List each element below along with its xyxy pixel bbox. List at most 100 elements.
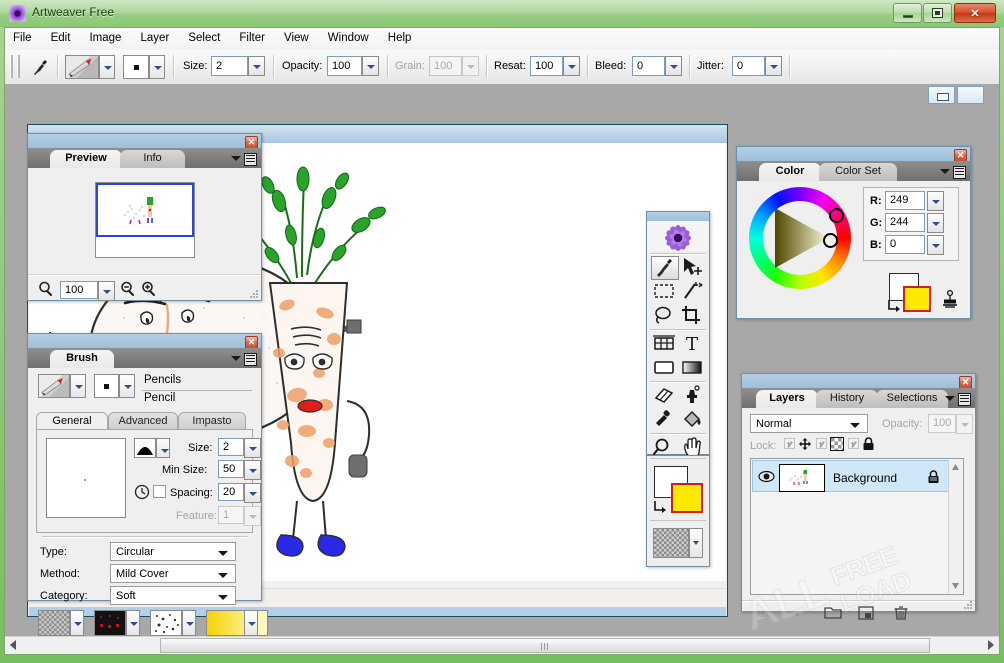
- tool-move[interactable]: [679, 256, 707, 280]
- brush-category-swatch[interactable]: [38, 374, 70, 398]
- menu-view[interactable]: View: [276, 28, 317, 48]
- spacing-checkbox[interactable]: [153, 485, 166, 498]
- preview-viewport-rect[interactable]: [96, 183, 194, 237]
- subtab-general[interactable]: General: [36, 412, 108, 429]
- saturation-marker[interactable]: [823, 233, 838, 248]
- lock-transparency-checkbox[interactable]: [784, 438, 795, 449]
- jitter-input[interactable]: 0: [732, 56, 765, 76]
- brush-spacing-spinner[interactable]: [244, 483, 261, 503]
- menu-select[interactable]: Select: [180, 28, 228, 48]
- menu-window[interactable]: Window: [320, 28, 377, 48]
- primary-color-swatch[interactable]: [671, 483, 703, 513]
- brush-type-select[interactable]: Circular: [110, 542, 236, 561]
- brush-panel-titlebar[interactable]: [28, 334, 261, 349]
- new-layer-icon[interactable]: [857, 605, 875, 621]
- brush-size-input[interactable]: 2: [218, 438, 244, 456]
- scroll-right-arrow[interactable]: [982, 637, 999, 653]
- magnifier-icon[interactable]: [38, 281, 54, 297]
- menu-layer[interactable]: Layer: [133, 28, 178, 48]
- menu-image[interactable]: Image: [81, 28, 129, 48]
- tool-paint-bucket[interactable]: [679, 408, 707, 432]
- tool-eraser[interactable]: [651, 384, 679, 408]
- brush-tip-swatch[interactable]: [123, 55, 149, 79]
- preview-resize-grip[interactable]: [250, 290, 259, 299]
- blue-input[interactable]: 0: [885, 235, 925, 254]
- tool-text[interactable]: T: [679, 332, 707, 356]
- brush-tip-dropdown[interactable]: [149, 55, 165, 79]
- menu-help[interactable]: Help: [380, 28, 420, 48]
- resat-spinner[interactable]: [563, 56, 580, 76]
- tool-eyedropper[interactable]: [651, 408, 679, 432]
- zoom-out-icon[interactable]: [120, 281, 136, 297]
- subtab-advanced[interactable]: Advanced: [108, 412, 178, 429]
- horizontal-scroll-thumb[interactable]: [160, 638, 930, 653]
- paintbrush-icon[interactable]: [29, 56, 51, 78]
- nozzle-swatch[interactable]: [150, 610, 182, 636]
- brush-preset-dropdown[interactable]: [99, 55, 115, 79]
- nozzle-dropdown[interactable]: [182, 610, 196, 636]
- maximize-button[interactable]: [923, 3, 952, 23]
- toolbar-grip[interactable]: [10, 55, 13, 78]
- paper-texture-dropdown[interactable]: [689, 528, 703, 558]
- paper-texture-swatch[interactable]: [653, 528, 689, 558]
- mdi-close-button[interactable]: [957, 86, 984, 104]
- brush-panel-menu[interactable]: [231, 352, 257, 365]
- green-input[interactable]: 244: [885, 213, 925, 232]
- tool-clone-stamp[interactable]: [679, 384, 707, 408]
- size-spinner[interactable]: [248, 56, 265, 76]
- lock-pixels-checkbox[interactable]: [816, 438, 827, 449]
- lock-all-checkbox[interactable]: [848, 438, 859, 449]
- brush-category-dropdown[interactable]: [70, 374, 86, 398]
- tab-history[interactable]: History: [816, 390, 878, 408]
- tool-magic-wand[interactable]: [679, 280, 707, 304]
- jitter-spinner[interactable]: [765, 56, 782, 76]
- close-button[interactable]: ✕: [954, 3, 996, 23]
- brush-spacing-input[interactable]: 20: [218, 483, 244, 501]
- color-panel-menu[interactable]: [940, 165, 966, 178]
- move-down-icon[interactable]: [788, 606, 806, 622]
- menu-edit[interactable]: Edit: [43, 28, 79, 48]
- menu-filter[interactable]: Filter: [231, 28, 273, 48]
- tab-brush[interactable]: Brush: [50, 350, 114, 368]
- blue-spinner[interactable]: [927, 235, 944, 255]
- primary-color-swatch[interactable]: [903, 286, 931, 312]
- brush-preset-swatch[interactable]: [65, 55, 99, 79]
- gradient-swatch[interactable]: [206, 610, 268, 636]
- preview-zoom-spinner[interactable]: [98, 281, 115, 301]
- paper-texture-dropdown[interactable]: [70, 610, 84, 636]
- scroll-down-arrow[interactable]: [950, 580, 961, 591]
- tab-layers[interactable]: Layers: [756, 390, 818, 408]
- red-spinner[interactable]: [927, 191, 944, 211]
- bleed-spinner[interactable]: [665, 56, 682, 76]
- brush-variant-dropdown[interactable]: [119, 374, 135, 398]
- eye-icon[interactable]: [758, 469, 775, 484]
- gradient-dropdown[interactable]: [244, 610, 258, 636]
- bleed-input[interactable]: 0: [632, 56, 665, 76]
- pattern-swatch[interactable]: [94, 610, 126, 636]
- scroll-up-arrow[interactable]: [950, 462, 961, 473]
- tool-perspective-grid[interactable]: [651, 332, 679, 356]
- zoom-in-icon[interactable]: [141, 281, 157, 297]
- opacity-input[interactable]: 100: [327, 56, 362, 76]
- move-up-icon[interactable]: [756, 606, 774, 622]
- dab-shape-swatch[interactable]: [134, 438, 156, 458]
- dab-shape-dropdown[interactable]: [156, 438, 170, 458]
- preview-zoom-input[interactable]: 100: [60, 281, 98, 299]
- size-input[interactable]: 2: [211, 56, 248, 76]
- paper-texture-swatch[interactable]: [38, 610, 70, 636]
- green-spinner[interactable]: [927, 213, 944, 233]
- blend-mode-select[interactable]: Normal: [750, 414, 868, 433]
- tool-paintbrush[interactable]: [651, 256, 679, 280]
- tab-color[interactable]: Color: [759, 163, 821, 181]
- tool-lasso[interactable]: [651, 304, 679, 328]
- tool-rect-select[interactable]: [651, 280, 679, 304]
- horizontal-scrollbar[interactable]: [5, 636, 999, 654]
- swap-colors-icon[interactable]: [887, 299, 901, 313]
- hue-marker[interactable]: [829, 208, 844, 223]
- layers-resize-grip[interactable]: [964, 601, 973, 610]
- brush-min-size-input[interactable]: 50: [218, 460, 244, 478]
- swap-colors-icon[interactable]: [653, 500, 667, 514]
- layers-panel-menu[interactable]: [945, 392, 971, 405]
- red-input[interactable]: 249: [885, 191, 925, 210]
- brush-method-select[interactable]: Mild Cover: [110, 564, 236, 583]
